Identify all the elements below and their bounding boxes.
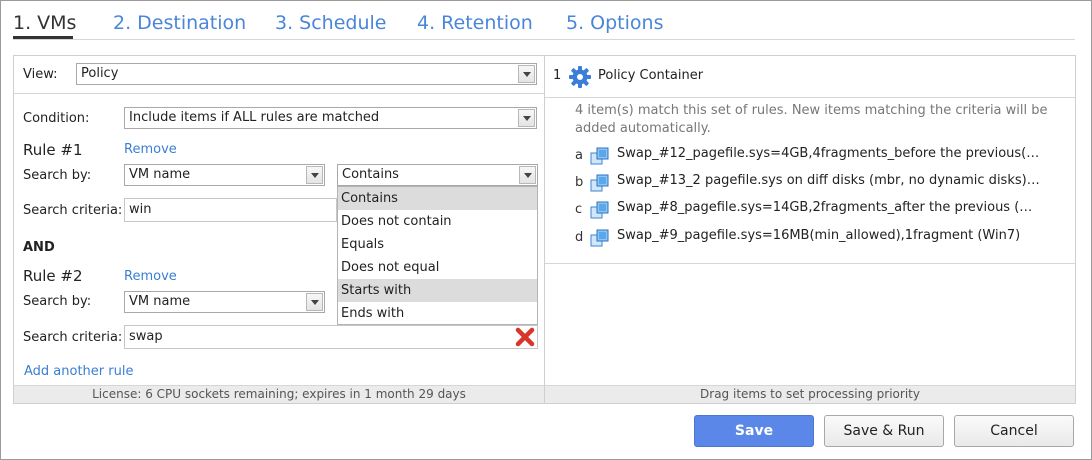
tab-vms[interactable]: 1. VMs bbox=[13, 10, 76, 36]
rule-1-remove-link[interactable]: Remove bbox=[124, 142, 177, 157]
rule-1-search-by-select[interactable]: VM name bbox=[124, 164, 325, 186]
vm-icon bbox=[590, 147, 609, 165]
rule-1-search-by-label: Search by: bbox=[23, 168, 92, 183]
vm-item-letter: c bbox=[575, 202, 583, 217]
dropdown-option-does-not-contain[interactable]: Does not contain bbox=[338, 210, 537, 233]
vm-icon bbox=[590, 229, 609, 247]
rule-1-criteria-input[interactable]: win bbox=[124, 198, 337, 222]
rule-1-operator-select[interactable]: Contains bbox=[337, 164, 538, 186]
tab-options[interactable]: 5. Options bbox=[566, 10, 663, 36]
chevron-down-icon[interactable] bbox=[519, 166, 536, 184]
tab-retention[interactable]: 4. Retention bbox=[417, 10, 533, 36]
vm-item-name: Swap_#9_pagefile.sys=16MB(min_allowed),1… bbox=[617, 228, 1021, 243]
divider bbox=[14, 93, 544, 94]
rule-2-criteria-input[interactable]: swap bbox=[124, 325, 538, 349]
tab-schedule[interactable]: 3. Schedule bbox=[275, 10, 386, 36]
save-button[interactable]: Save bbox=[694, 415, 814, 447]
vm-item-letter: a bbox=[575, 148, 583, 163]
rule-2-search-by-value: VM name bbox=[129, 294, 191, 309]
chevron-down-icon[interactable] bbox=[518, 65, 535, 83]
rule-1-criteria-label: Search criteria: bbox=[23, 203, 123, 218]
dropdown-option-contains[interactable]: Contains bbox=[338, 187, 537, 210]
vm-icon bbox=[590, 174, 609, 192]
vm-item-name: Swap_#12_pagefile.sys=4GB,4fragments_bef… bbox=[617, 146, 1040, 161]
rule-1-search-by-value: VM name bbox=[129, 167, 191, 182]
save-and-run-button[interactable]: Save & Run bbox=[824, 415, 944, 447]
dropdown-option-equals[interactable]: Equals bbox=[338, 233, 537, 256]
rule-2-search-by-select[interactable]: VM name bbox=[124, 291, 325, 313]
divider bbox=[545, 263, 1075, 264]
dropdown-option-does-not-equal[interactable]: Does not equal bbox=[338, 256, 537, 279]
container-panel: 1 Policy Container 4 item(s) match this … bbox=[544, 56, 1075, 403]
chevron-down-icon[interactable] bbox=[306, 293, 323, 311]
condition-select[interactable]: Include items if ALL rules are matched bbox=[124, 107, 537, 129]
add-another-rule-link[interactable]: Add another rule bbox=[24, 364, 133, 379]
condition-label: Condition: bbox=[23, 111, 90, 126]
container-header: 1 Policy Container bbox=[545, 56, 1075, 98]
operator-dropdown-list: Contains Does not contain Equals Does no… bbox=[337, 186, 538, 325]
condition-select-value: Include items if ALL rules are matched bbox=[129, 110, 380, 125]
vm-item-name: Swap_#13_2 pagefile.sys on diff disks (m… bbox=[617, 173, 1040, 188]
rule-2-criteria-label: Search criteria: bbox=[23, 330, 123, 345]
license-status: License: 6 CPU sockets remaining; expire… bbox=[14, 385, 544, 403]
remove-rule-icon[interactable] bbox=[514, 326, 536, 348]
container-title: Policy Container bbox=[598, 68, 704, 83]
rule-1-operator-value: Contains bbox=[342, 167, 399, 182]
vm-item-name: Swap_#8_pagefile.sys=14GB,2fragments_aft… bbox=[617, 200, 1033, 215]
chevron-down-icon[interactable] bbox=[518, 109, 535, 127]
view-select-value: Policy bbox=[81, 66, 119, 81]
chevron-down-icon[interactable] bbox=[306, 166, 323, 184]
tab-destination[interactable]: 2. Destination bbox=[113, 10, 246, 36]
rules-panel: View: Policy Condition: Include items if… bbox=[14, 56, 544, 403]
and-separator-label: AND bbox=[23, 240, 55, 255]
active-tab-indicator bbox=[13, 36, 73, 39]
dropdown-option-starts-with[interactable]: Starts with bbox=[338, 279, 537, 302]
cancel-button[interactable]: Cancel bbox=[954, 415, 1074, 447]
priority-hint: Drag items to set processing priority bbox=[545, 385, 1075, 403]
vm-item-letter: b bbox=[575, 175, 584, 190]
vm-item-letter: d bbox=[575, 230, 584, 245]
rule-2-title: Rule #2 bbox=[23, 267, 83, 285]
rule-1-title: Rule #1 bbox=[23, 141, 83, 159]
dropdown-option-ends-with[interactable]: Ends with bbox=[338, 302, 537, 325]
view-label: View: bbox=[23, 67, 58, 82]
container-number: 1 bbox=[553, 68, 562, 83]
rule-2-remove-link[interactable]: Remove bbox=[124, 269, 177, 284]
view-select[interactable]: Policy bbox=[76, 63, 537, 85]
rule-2-search-by-label: Search by: bbox=[23, 294, 92, 309]
gear-icon bbox=[569, 66, 591, 88]
vm-icon bbox=[590, 201, 609, 219]
match-info-text: 4 item(s) match this set of rules. New i… bbox=[575, 103, 1048, 136]
main-panel: View: Policy Condition: Include items if… bbox=[13, 55, 1076, 404]
wizard-tabs: 1. VMs 2. Destination 3. Schedule 4. Ret… bbox=[13, 0, 1075, 40]
